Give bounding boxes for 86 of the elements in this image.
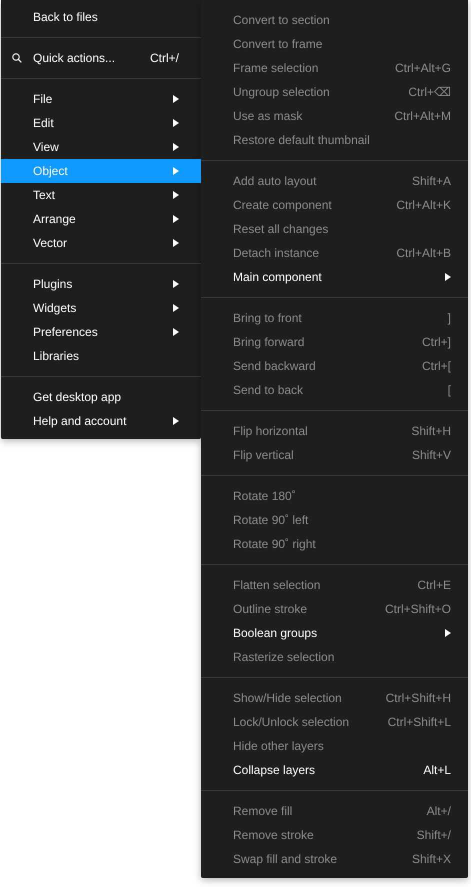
shortcut-text: Ctrl+E [417,578,451,592]
item-label: Frame selection [233,61,320,75]
item-label: Send backward [233,359,317,373]
item-label: Vector [33,236,68,250]
menu-item[interactable]: Collapse layers Alt+L [201,758,468,782]
item-label: Flip horizontal [233,424,309,438]
shortcut-text: Shift+X [412,852,451,866]
item-label: Back to files [33,10,99,24]
shortcut-text: Ctrl+Alt+G [394,61,451,75]
menu-item[interactable]: Widgets [1,296,201,320]
item-label: Ungroup selection [233,85,331,99]
item-label: Text [33,188,56,202]
menu-item[interactable]: Main component [201,265,468,289]
item-label: Flatten selection [233,578,322,592]
item-label: Send to back [233,383,304,397]
item-label: File [33,92,54,106]
shortcut-text: [ [448,383,451,397]
item-label: Show/Hide selection [233,691,343,705]
menu-item[interactable]: Edit [1,111,201,135]
shortcut-text: Ctrl+⌫ [408,85,451,99]
shortcut-text: Shift+H [411,424,451,438]
menu-item[interactable]: Libraries [1,344,201,368]
item-label: Rasterize selection [233,650,336,664]
item-label: Add auto layout [233,174,318,188]
item-label: Swap fill and stroke [233,852,338,866]
shortcut-text: Ctrl+[ [422,359,451,373]
item-label: View [33,140,60,154]
item-label: Rotate 90˚ left [233,513,310,527]
shortcut-text: Alt+/ [426,804,451,818]
shortcut-text: Ctrl+Alt+K [396,198,451,212]
item-label: Detach instance [233,246,320,260]
menu-item[interactable]: Boolean groups [201,621,468,645]
item-label: Preferences [33,325,99,339]
shortcut-text: Alt+L [423,763,451,777]
item-label: Help and account [33,414,128,428]
menu-item[interactable]: Text [1,183,201,207]
shortcut-text: Shift+A [412,174,451,188]
shortcut-text: Shift+/ [416,828,451,842]
menu-item[interactable]: Object [1,159,201,183]
item-label: Bring to front [233,311,303,325]
shortcut-text: Ctrl+Shift+L [388,715,451,729]
item-label: Convert to frame [233,37,324,51]
item-label: Rotate 180˚ [233,489,297,503]
shortcut-text: Ctrl+Shift+H [386,691,451,705]
item-label: Remove fill [233,804,294,818]
item-label: Plugins [33,277,74,291]
item-label: Reset all changes [233,222,330,236]
menu-item[interactable]: Help and account [1,409,201,433]
item-label: Boolean groups [233,626,318,640]
item-label: Outline stroke [233,602,308,616]
item-label: Flip vertical [233,448,295,462]
shortcut-text: Ctrl+Shift+O [384,602,451,616]
item-label: Restore default thumbnail [233,133,371,147]
item-label: Bring forward [233,335,306,349]
item-label: Collapse layers [233,763,316,777]
item-label: Use as mask [233,109,304,123]
item-label: Object [33,164,69,178]
menu-item[interactable]: Arrange [1,207,201,231]
item-label: Arrange [33,212,77,226]
shortcut-text: Ctrl+] [422,335,451,349]
menu-item[interactable]: Back to files [1,5,201,29]
shortcut-text: ] [448,311,451,325]
item-label: Lock/Unlock selection [233,715,350,729]
shortcut-text: Shift+V [412,448,451,462]
item-label: Widgets [33,301,78,315]
item-label: Rotate 90˚ right [233,537,317,551]
menu-item[interactable]: Preferences [1,320,201,344]
shortcut-text: Ctrl+/ [150,51,179,65]
item-label: Quick actions... [33,51,116,65]
item-label: Remove stroke [233,828,315,842]
item-label: Edit [33,116,55,130]
shortcut-text: Ctrl+Alt+M [394,109,451,123]
item-label: Convert to section [233,13,331,27]
menu-item[interactable]: Plugins [1,272,201,296]
menu-item[interactable]: Get desktop app [1,385,201,409]
menu-item[interactable]: View [1,135,201,159]
item-label: Create component [233,198,333,212]
item-label: Get desktop app [33,390,122,404]
menu-item[interactable]: Quick actions... Ctrl+/ [1,46,201,70]
item-label: Main component [233,270,323,284]
item-label: Hide other layers [233,739,325,753]
search-icon [12,53,22,63]
item-label: Libraries [33,349,80,363]
shortcut-text: Ctrl+Alt+B [396,246,451,260]
menu-item[interactable]: Vector [1,231,201,255]
menu-item[interactable]: File [1,87,201,111]
